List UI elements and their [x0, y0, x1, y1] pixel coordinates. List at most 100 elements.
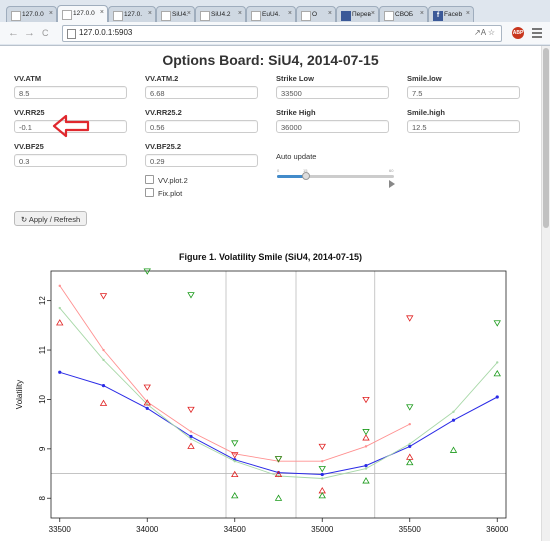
- smile-curve-point: [364, 445, 368, 448]
- x-tick-label: 36000: [486, 525, 509, 534]
- smile-curve-point: [408, 444, 412, 448]
- vv-bf252-input[interactable]: 0.29: [145, 154, 258, 167]
- vv-rr252-label: VV.RR25.2: [145, 108, 182, 117]
- browser-chrome: 127.0.0 × 127.0.0 × 127.0. × SiU4. × SiU4.2 × EuU4…: [0, 0, 550, 46]
- tab-title: EuU4.: [262, 11, 281, 18]
- address-bar[interactable]: 127.0.0.1:5903 ↗A ☆: [62, 25, 502, 42]
- browser-tab[interactable]: СВОБ ×: [379, 6, 428, 23]
- strike-low-label: Strike Low: [276, 74, 314, 83]
- browser-tab[interactable]: 127.0.0 ×: [6, 6, 57, 23]
- close-tab-icon[interactable]: ×: [328, 10, 332, 17]
- translate-icon[interactable]: ↗A: [474, 28, 486, 37]
- close-tab-icon[interactable]: ×: [288, 10, 292, 17]
- smile-low-input[interactable]: 7.5: [407, 86, 520, 99]
- tab-strip: 127.0.0 × 127.0.0 × 127.0. × SiU4. × SiU4.2 × EuU4…: [0, 4, 550, 24]
- smile-curve-point: [321, 459, 324, 463]
- annotation-arrow-icon: [52, 114, 90, 138]
- browser-tab[interactable]: f Faceb ×: [428, 6, 474, 23]
- bid-quote-marker: [406, 453, 414, 460]
- smile-high-label: Smile.high: [407, 108, 445, 117]
- tab-title: Faceb: [444, 11, 463, 18]
- smile-high-input[interactable]: 12.5: [407, 120, 520, 133]
- ask-quote-marker: [406, 404, 414, 411]
- page-icon: [11, 11, 21, 21]
- url-text: 127.0.0.1:5903: [79, 28, 133, 37]
- smile-curve-point: [189, 437, 193, 441]
- page-icon: [161, 11, 171, 21]
- close-tab-icon[interactable]: ×: [49, 10, 53, 17]
- close-tab-icon[interactable]: ×: [466, 10, 470, 17]
- apply-refresh-button[interactable]: ↻ Apply / Refresh: [14, 211, 87, 226]
- browser-tab[interactable]: Перев ×: [336, 6, 379, 23]
- page-icon: [113, 11, 123, 21]
- vv-atm-label: VV.ATM: [14, 74, 42, 83]
- vv-bf25-input[interactable]: 0.3: [14, 154, 127, 167]
- ask-quote-marker: [362, 396, 370, 404]
- refresh-icon: ↻: [20, 215, 28, 224]
- smile-curve-point: [189, 430, 193, 433]
- browser-tab[interactable]: SiU4.2 ×: [195, 6, 246, 23]
- ask-quote-marker: [318, 466, 326, 473]
- close-tab-icon[interactable]: ×: [420, 10, 424, 17]
- vv-plot2-label: VV.plot.2: [158, 176, 188, 185]
- vv-atm2-input[interactable]: 6.68: [145, 86, 258, 99]
- bid-quote-marker: [493, 369, 501, 377]
- page-title: Options Board: SiU4, 2014-07-15: [162, 52, 379, 68]
- reload-button[interactable]: C: [42, 28, 49, 38]
- checkbox-box[interactable]: [145, 175, 154, 184]
- bid-quote-marker: [56, 319, 64, 326]
- close-tab-icon[interactable]: ×: [187, 10, 191, 17]
- browser-tab[interactable]: 127.0. ×: [108, 6, 156, 23]
- play-icon[interactable]: [389, 180, 395, 188]
- x-tick-label: 34000: [136, 525, 159, 534]
- ask-quote-marker: [318, 443, 326, 451]
- menu-icon[interactable]: [532, 28, 542, 40]
- smile-low-label: Smile.low: [407, 74, 442, 83]
- close-tab-icon[interactable]: ×: [371, 10, 375, 17]
- adblock-extension-icon[interactable]: ABP: [512, 27, 524, 39]
- smile-curve-point: [58, 284, 61, 288]
- strike-low-input[interactable]: 33500: [276, 86, 389, 99]
- tab-title: O: [312, 11, 318, 18]
- page-icon: [251, 11, 261, 21]
- bid-quote-marker: [406, 458, 414, 466]
- translate-and-star-icons[interactable]: ↗A ☆: [474, 28, 495, 37]
- close-tab-icon[interactable]: ×: [238, 10, 242, 17]
- ask-quote-marker: [406, 315, 414, 322]
- scrollbar[interactable]: [541, 46, 550, 541]
- close-tab-icon[interactable]: ×: [148, 10, 152, 17]
- browser-tab[interactable]: EuU4. ×: [246, 6, 296, 23]
- smile-curve-point: [321, 477, 324, 480]
- y-tick-label: 11: [38, 345, 47, 354]
- bid-quote-marker: [231, 470, 239, 478]
- browser-tab[interactable]: SiU4. ×: [156, 6, 195, 23]
- smile-curve-line: [59, 285, 411, 462]
- smile-curve-point: [408, 442, 411, 446]
- vv-plot2-checkbox[interactable]: VV.plot.2: [145, 175, 188, 185]
- checkbox-box[interactable]: [145, 188, 154, 197]
- ask-quote-marker: [99, 293, 108, 300]
- apply-refresh-label: Apply / Refresh: [28, 215, 81, 224]
- browser-tab[interactable]: O ×: [296, 6, 336, 23]
- ask-quote-marker: [362, 429, 370, 436]
- smile-curve-point: [233, 459, 236, 463]
- smile-curve-point: [408, 422, 411, 426]
- figure-title: Figure 1. Volatility Smile (SiU4, 2014-0…: [179, 252, 362, 262]
- star-icon[interactable]: ☆: [488, 28, 495, 37]
- smile-curve-point: [451, 418, 456, 422]
- close-tab-icon[interactable]: ×: [100, 9, 104, 16]
- smile-curve-point: [364, 464, 368, 468]
- forward-button[interactable]: →: [24, 27, 35, 39]
- vv-rr252-input[interactable]: 0.56: [145, 120, 258, 133]
- back-button[interactable]: ←: [8, 27, 19, 39]
- bid-quote-marker: [318, 491, 326, 499]
- bid-quote-marker: [99, 399, 108, 406]
- tab-title: СВОБ: [395, 11, 414, 18]
- y-axis-label: Volatility: [15, 380, 24, 409]
- scrollbar-thumb[interactable]: [543, 48, 549, 228]
- vv-atm-input[interactable]: 8.5: [14, 86, 127, 99]
- tab-title: 127.0.0: [22, 11, 44, 18]
- fix-plot-checkbox[interactable]: Fix.plot: [145, 188, 182, 198]
- auto-update-slider-handle[interactable]: [302, 172, 310, 180]
- strike-high-input[interactable]: 36000: [276, 120, 389, 133]
